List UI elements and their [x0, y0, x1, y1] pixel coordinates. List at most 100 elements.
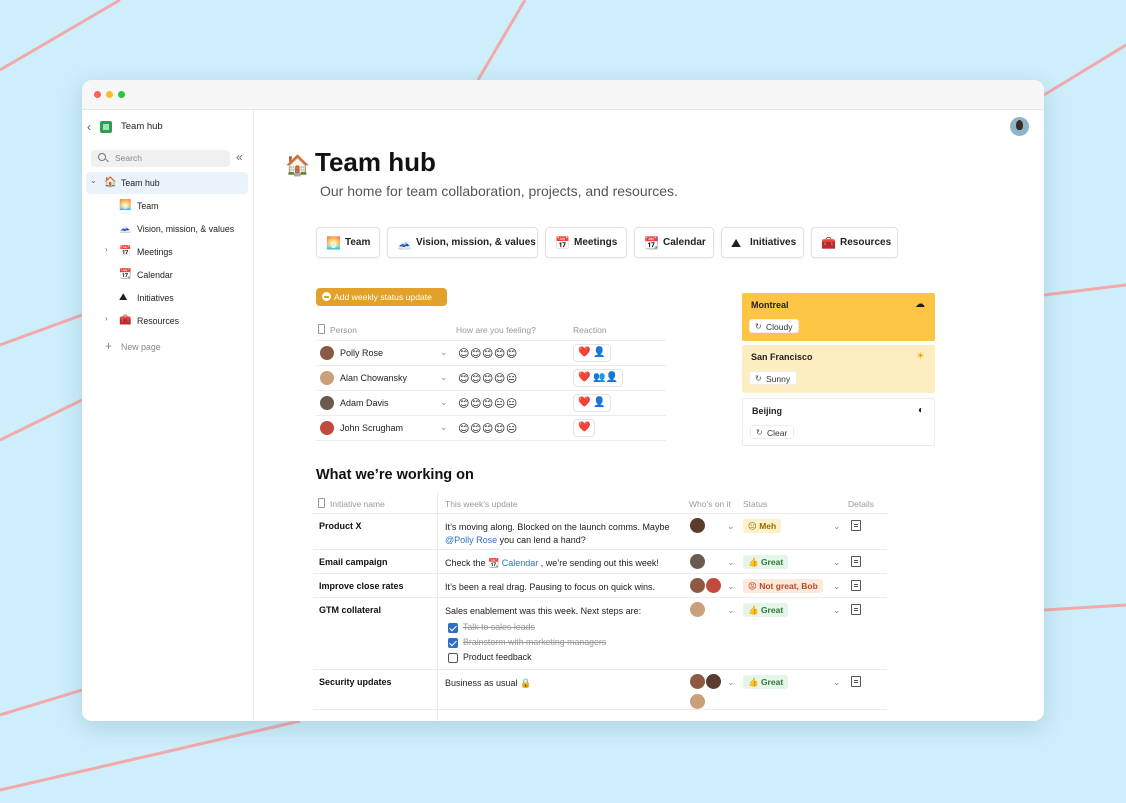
weather-card-san-francisco[interactable]: San Francisco ☀ Sunny [742, 345, 935, 393]
status-badge[interactable]: 😐 Meh [743, 519, 782, 533]
maximize-window-button[interactable] [118, 91, 125, 98]
weekly-update[interactable]: It’s moving along. Blocked on the launch… [445, 521, 685, 546]
column-header: How are you feeling? [456, 325, 536, 335]
weather-card-montreal[interactable]: Montreal ☁ Cloudy [742, 293, 935, 341]
card-initiatives[interactable]: ⛰ Initiatives [721, 227, 804, 258]
initiative-name: GTM collateral [319, 605, 382, 615]
search-input[interactable]: Search [91, 150, 230, 167]
chevron-down-icon[interactable]: ⌄ [727, 521, 735, 532]
table-row[interactable]: Security updates Business as usual 🔒 ⌄ 👍… [313, 670, 887, 710]
page-title[interactable]: Team hub [315, 147, 436, 178]
calendar-link[interactable]: 📆 Calendar [488, 558, 538, 568]
sidebar-item-resources[interactable]: › 🧰 Resources [86, 310, 248, 332]
card-meetings[interactable]: 📅 Meetings [545, 227, 627, 258]
assignees[interactable] [690, 578, 722, 598]
chevron-down-icon[interactable]: ⌄ [833, 557, 841, 568]
chevron-right-icon[interactable]: › [105, 245, 108, 254]
details-icon[interactable] [851, 520, 861, 531]
todo-checkbox[interactable] [448, 653, 458, 663]
assignees[interactable] [690, 602, 706, 622]
sidebar-item-team[interactable]: 🌅 Team [86, 195, 248, 217]
collapse-sidebar-icon[interactable]: « [236, 150, 243, 164]
details-icon[interactable] [851, 676, 861, 687]
sunrise-icon: 🌅 [326, 236, 341, 250]
chevron-left-icon[interactable]: ‹ [87, 120, 91, 134]
chevron-down-icon[interactable]: ⌄ [727, 605, 735, 616]
update-text: , we’re sending out this week! [538, 558, 659, 568]
weekly-update[interactable]: It’s been a real drag. Pausing to focus … [445, 581, 685, 594]
chevron-down-icon[interactable]: ⌄ [440, 372, 448, 383]
weather-condition: Cloudy [749, 319, 800, 334]
person-name: Alan Chowansky [340, 373, 408, 383]
feeling-rating[interactable]: 😊😊😊😐😐 [458, 397, 518, 410]
reaction-chip[interactable]: ❤️ [573, 419, 596, 437]
close-window-button[interactable] [94, 91, 101, 98]
chevron-down-icon[interactable]: ⌄ [833, 605, 841, 616]
status-badge[interactable]: 👍 Great [743, 675, 789, 689]
sidebar-item-meetings[interactable]: › 📅 Meetings [86, 241, 248, 263]
todo-checkbox[interactable] [448, 638, 458, 648]
chevron-down-icon[interactable]: ⌄ [833, 581, 841, 592]
chevron-down-icon[interactable]: ⌄ [727, 677, 735, 688]
weekly-update[interactable]: Check the 📆 Calendar , we’re sending out… [445, 557, 685, 570]
chevron-right-icon[interactable]: › [105, 314, 108, 323]
reaction-chip[interactable]: ❤️ 👤 [573, 394, 611, 412]
table-row[interactable]: GTM collateral Sales enablement was this… [313, 598, 887, 670]
column-header: Status [743, 499, 768, 509]
user-avatar[interactable] [1010, 117, 1029, 136]
assignees[interactable] [690, 518, 706, 538]
status-badge[interactable]: 👍 Great [743, 555, 789, 569]
section-title[interactable]: What we’re working on [316, 467, 474, 483]
sidebar-item-initiatives[interactable]: ⛰ Initiatives [86, 287, 248, 309]
card-vision[interactable]: 🗻 Vision, mission, & values [387, 227, 538, 258]
chevron-down-icon[interactable]: ⌄ [90, 176, 97, 185]
table-row[interactable]: Adam Davis ⌄ 😊😊😊😐😐 ❤️ 👤 [316, 391, 666, 416]
workspace-header[interactable]: ‹ Team hub [82, 118, 254, 138]
details-icon[interactable] [851, 556, 861, 567]
feeling-rating[interactable]: 😊😊😊😊😐 [458, 422, 518, 435]
new-page-button[interactable]: + New page [86, 336, 248, 358]
reaction-chip[interactable]: ❤️ 👤 [573, 344, 611, 362]
chevron-down-icon[interactable]: ⌄ [833, 521, 841, 532]
add-status-update-button[interactable]: Add weekly status update [316, 288, 447, 306]
chevron-down-icon[interactable]: ⌄ [833, 677, 841, 688]
chevron-down-icon[interactable]: ⌄ [727, 557, 735, 568]
feeling-rating[interactable]: 😊😊😊😊😐 [458, 372, 518, 385]
todo-checkbox[interactable] [448, 623, 458, 633]
details-icon[interactable] [851, 580, 861, 591]
card-team[interactable]: 🌅 Team [316, 227, 380, 258]
table-row[interactable]: Product X It’s moving along. Blocked on … [313, 514, 887, 550]
chevron-down-icon[interactable]: ⌄ [440, 347, 448, 358]
details-icon[interactable] [851, 604, 861, 615]
avatar [690, 674, 705, 689]
city-name: Beijing [752, 406, 783, 416]
table-row[interactable]: Polly Rose ⌄ 😊😊😊😊😊 ❤️ 👤 [316, 341, 666, 366]
page-icon[interactable]: 🏠 [285, 153, 310, 178]
sidebar-item-calendar[interactable]: 📆 Calendar [86, 264, 248, 286]
table-row[interactable]: Email campaign Check the 📆 Calendar , we… [313, 550, 887, 574]
weekly-update[interactable]: Sales enablement was this week. Next ste… [445, 605, 685, 618]
feeling-rating[interactable]: 😊😊😊😊😊 [458, 347, 518, 360]
mention-link[interactable]: @Polly Rose [445, 535, 497, 545]
assignees[interactable] [690, 674, 724, 714]
chevron-down-icon[interactable]: ⌄ [727, 581, 735, 592]
chevron-down-icon[interactable]: ⌄ [440, 422, 448, 433]
card-resources[interactable]: 🧰 Resources [811, 227, 898, 258]
table-row[interactable]: Improve close rates It’s been a real dra… [313, 574, 887, 598]
table-row[interactable]: Alan Chowansky ⌄ 😊😊😊😊😐 ❤️ 👥👤 [316, 366, 666, 391]
sidebar-item-team-hub[interactable]: ⌄ 🏠 Team hub [86, 172, 248, 194]
table-row[interactable]: John Scrugham ⌄ 😊😊😊😊😐 ❤️ [316, 416, 666, 441]
minimize-window-button[interactable] [106, 91, 113, 98]
reaction-chip[interactable]: ❤️ 👥👤 [573, 369, 624, 387]
weather-card-beijing[interactable]: Beijing ◐ Clear [742, 398, 935, 446]
card-calendar[interactable]: 📆 Calendar [634, 227, 714, 258]
mountain-icon: 🗻 [397, 236, 412, 250]
update-text: Check the [445, 558, 489, 568]
assignees[interactable] [690, 554, 706, 574]
weekly-update[interactable]: Business as usual 🔒 [445, 677, 685, 690]
status-badge[interactable]: 😡 Not great, Bob [743, 579, 823, 593]
sidebar-item-vision[interactable]: 🗻 Vision, mission, & values [86, 218, 248, 240]
page-subtitle[interactable]: Our home for team collaboration, project… [320, 183, 678, 199]
chevron-down-icon[interactable]: ⌄ [440, 397, 448, 408]
status-badge[interactable]: 👍 Great [743, 603, 789, 617]
